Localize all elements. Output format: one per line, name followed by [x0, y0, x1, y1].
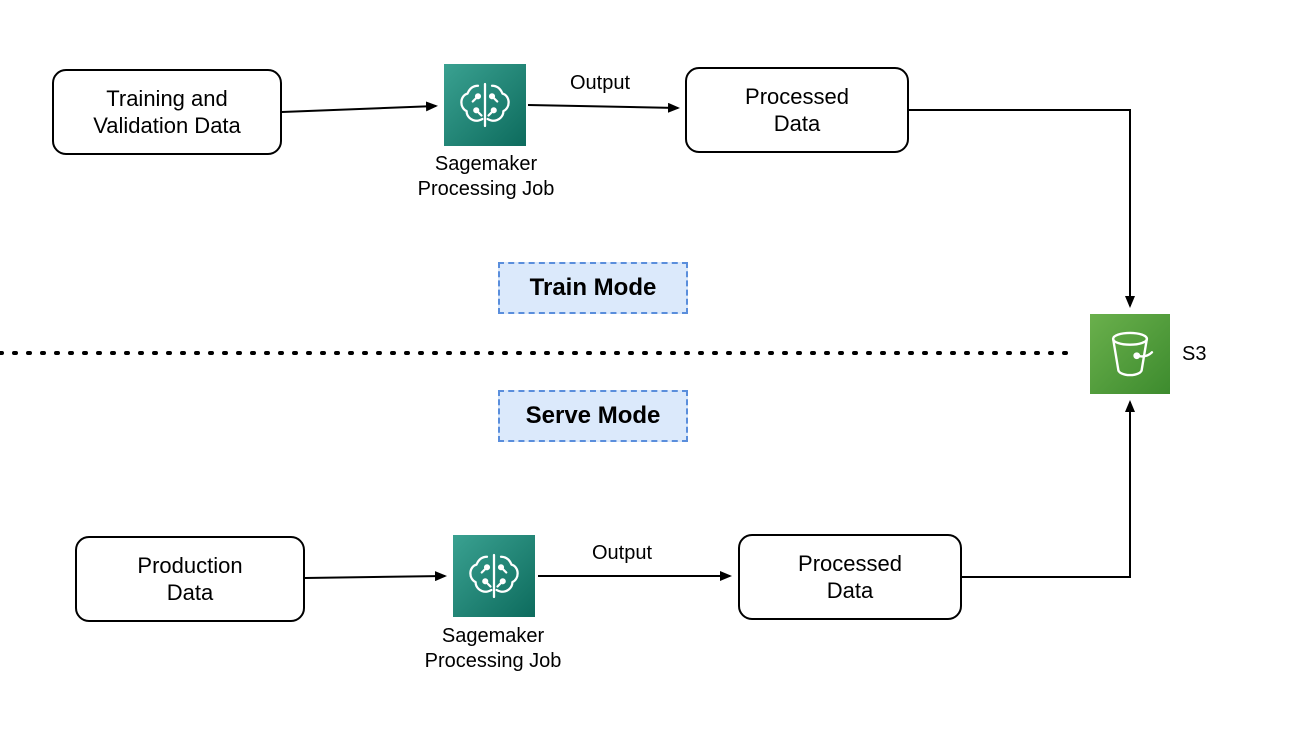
processed-data-train-box: ProcessedData: [685, 67, 909, 153]
train-mode-label: Train Mode: [530, 274, 657, 302]
output-label-serve: Output: [592, 542, 652, 565]
processed-data-train-label: ProcessedData: [745, 83, 849, 138]
training-validation-data-label: Training andValidation Data: [93, 85, 241, 140]
serve-mode-box: Serve Mode: [498, 390, 688, 442]
sagemaker-icon: [444, 64, 526, 146]
s3-bucket-icon: [1090, 314, 1170, 394]
training-validation-data-box: Training andValidation Data: [52, 69, 282, 155]
train-mode-box: Train Mode: [498, 262, 688, 314]
output-label-train: Output: [570, 72, 630, 95]
production-data-label: ProductionData: [137, 552, 242, 607]
production-data-box: ProductionData: [75, 536, 305, 622]
processed-data-serve-label: ProcessedData: [798, 550, 902, 605]
s3-label: S3: [1182, 342, 1206, 367]
sagemaker-caption-train: SagemakerProcessing Job: [398, 152, 574, 202]
sagemaker-caption-serve: SagemakerProcessing Job: [405, 624, 581, 674]
sagemaker-icon: [453, 535, 535, 617]
processed-data-serve-box: ProcessedData: [738, 534, 962, 620]
serve-mode-label: Serve Mode: [526, 402, 661, 430]
